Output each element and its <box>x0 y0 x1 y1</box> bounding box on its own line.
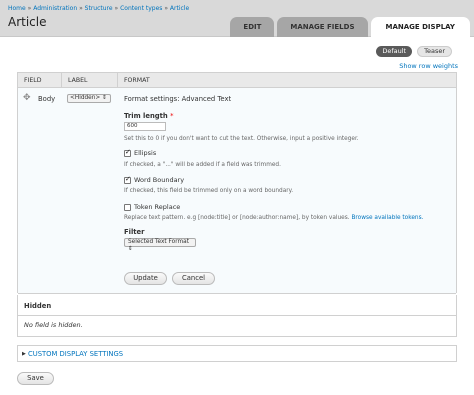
tab-manage-fields[interactable]: MANAGE FIELDS <box>277 17 368 37</box>
trim-length-input[interactable]: 600 <box>124 122 166 131</box>
primary-tabs: EDIT MANAGE FIELDS MANAGE DISPLAY <box>230 17 470 37</box>
breadcrumb-content-types[interactable]: Content types <box>120 5 162 12</box>
word-boundary-option[interactable]: Word Boundary <box>124 175 185 184</box>
tab-manage-display[interactable]: MANAGE DISPLAY <box>370 17 470 37</box>
word-boundary-help: If checked, this field be trimmed only o… <box>124 188 294 194</box>
breadcrumb: Home » Administration » Structure » Cont… <box>8 5 189 12</box>
token-replace-label: Token Replace <box>134 203 181 211</box>
custom-display-settings-fieldset[interactable]: ▶ CUSTOM DISPLAY SETTINGS <box>17 345 457 362</box>
update-button[interactable]: Update <box>124 272 167 285</box>
ellipsis-help: If checked, a "..." will be added if a f… <box>124 162 281 168</box>
breadcrumb-article[interactable]: Article <box>170 5 189 12</box>
breadcrumb-separator: » <box>164 5 168 12</box>
custom-display-settings-toggle[interactable]: CUSTOM DISPLAY SETTINGS <box>28 350 123 358</box>
divider <box>18 315 456 316</box>
trim-length-help: Set this to 0 if you don't want to cut t… <box>124 136 359 142</box>
browse-tokens-link[interactable]: Browse available tokens. <box>351 215 423 221</box>
table-row: ✥ Body <Hidden> ⇕ Format settings: Advan… <box>18 88 456 294</box>
ellipsis-checkbox[interactable] <box>124 148 131 157</box>
fields-table: FIELD LABEL FORMAT ✥ Body <Hidden> ⇕ For… <box>17 72 457 294</box>
page-title: Article <box>8 15 47 29</box>
hidden-region: Hidden No field is hidden. <box>17 295 457 337</box>
select-arrows-icon: ⇕ <box>128 246 133 252</box>
breadcrumb-separator: » <box>27 5 32 12</box>
show-row-weights-link[interactable]: Show row weights <box>399 62 458 70</box>
filter-select-value: Selected Text Format <box>128 239 189 245</box>
tab-edit[interactable]: EDIT <box>230 17 275 37</box>
breadcrumb-home[interactable]: Home <box>8 5 26 12</box>
table-header: FIELD LABEL FORMAT <box>18 73 456 88</box>
column-header-field: FIELD <box>18 73 62 88</box>
select-arrows-icon: ⇕ <box>102 95 107 101</box>
required-marker: * <box>170 112 174 120</box>
ellipsis-option[interactable]: Ellipsis <box>124 148 157 157</box>
word-boundary-checkbox[interactable] <box>124 175 131 184</box>
token-replace-checkbox[interactable] <box>124 203 131 211</box>
view-mode-tabs: Default Teaser <box>376 46 452 57</box>
token-replace-help: Replace text pattern. e.g [node:title] o… <box>124 215 424 221</box>
breadcrumb-structure[interactable]: Structure <box>85 5 113 12</box>
triangle-right-icon: ▶ <box>22 351 26 357</box>
label-select-value: <Hidden> <box>70 95 101 101</box>
field-name: Body <box>38 95 56 103</box>
trim-length-label: Trim length * <box>124 112 174 120</box>
breadcrumb-administration[interactable]: Administration <box>33 5 77 12</box>
save-button[interactable]: Save <box>17 372 54 385</box>
cancel-button[interactable]: Cancel <box>172 272 215 285</box>
ellipsis-label: Ellipsis <box>134 149 157 157</box>
drag-handle-icon[interactable]: ✥ <box>23 93 31 103</box>
filter-label: Filter <box>124 228 145 236</box>
view-mode-teaser[interactable]: Teaser <box>417 46 452 57</box>
format-settings-title: Format settings: Advanced Text <box>124 95 232 103</box>
column-header-label: LABEL <box>62 73 118 88</box>
breadcrumb-separator: » <box>114 5 119 12</box>
filter-select[interactable]: Selected Text Format ⇕ <box>124 238 196 252</box>
word-boundary-label: Word Boundary <box>134 176 185 184</box>
view-mode-default[interactable]: Default <box>376 46 413 57</box>
hidden-region-title: Hidden <box>24 302 52 310</box>
column-header-format: FORMAT <box>124 77 150 84</box>
page-header: Home » Administration » Structure » Cont… <box>0 0 474 37</box>
breadcrumb-separator: » <box>79 5 83 12</box>
label-display-select[interactable]: <Hidden> ⇕ <box>67 94 111 103</box>
hidden-region-empty-text: No field is hidden. <box>24 321 83 329</box>
token-replace-option[interactable]: Token Replace <box>124 203 180 211</box>
